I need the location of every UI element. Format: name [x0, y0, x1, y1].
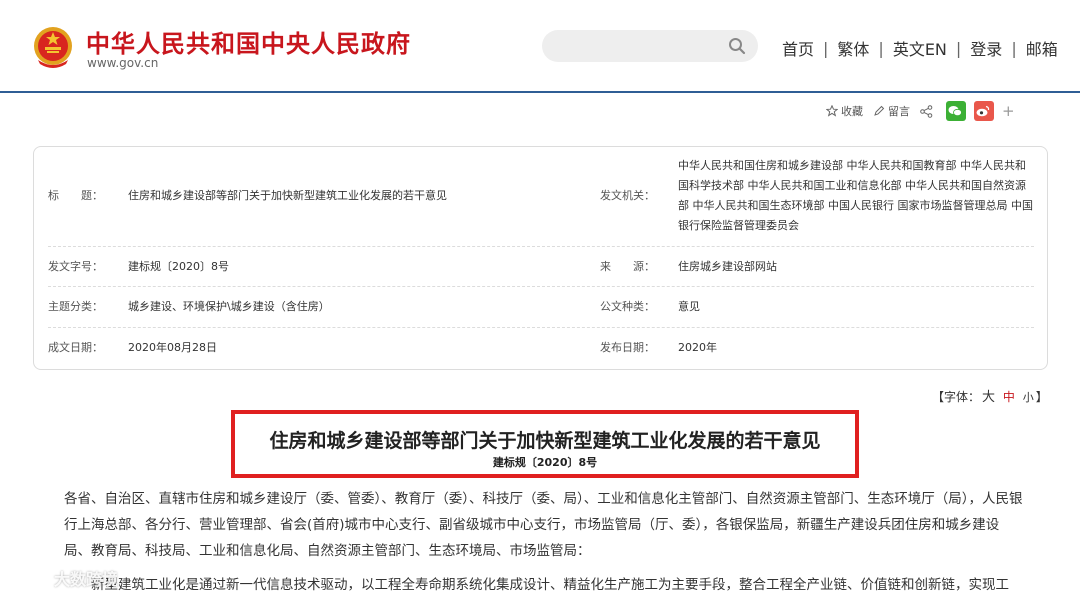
- weibo-share-icon[interactable]: [974, 101, 994, 121]
- published-date-value: 2020年: [678, 341, 717, 354]
- font-size-medium[interactable]: 中: [1003, 390, 1015, 404]
- share-toolbar: 收藏 留言 +: [826, 100, 1015, 122]
- issuer-value: 中华人民共和国住房和城乡建设部 中华人民共和国教育部 中华人民共和国科学技术部 …: [678, 159, 1033, 232]
- category-value: 城乡建设、环境保护\城乡建设（含住房）: [128, 300, 330, 313]
- doc-number-label: 发文字号：: [48, 260, 103, 273]
- watermark-logo-icon: [10, 569, 54, 589]
- nav-separator: |: [878, 38, 884, 58]
- nav-traditional-chinese[interactable]: 繁体: [837, 36, 869, 60]
- favorite-label: 收藏: [841, 105, 863, 118]
- info-row: 主题分类： 城乡建设、环境保护\城乡建设（含住房） 公文种类： 意见: [48, 287, 1034, 328]
- site-header: 中华人民共和国中央人民政府 www.gov.cn 首页 | 繁体 | 英文EN …: [0, 0, 1080, 92]
- article-paragraph: 新型建筑工业化是通过新一代信息技术驱动，以工程全寿命期系统化集成设计、精益化生产…: [91, 577, 1009, 593]
- article-doc-number: 建标规〔2020〕8号: [492, 456, 598, 469]
- document-info-table: 标 题： 住房和城乡建设部等部门关于加快新型建筑工业化发展的若干意见 发文机关：…: [33, 146, 1048, 370]
- nav-separator: |: [1011, 38, 1017, 58]
- more-share-button[interactable]: +: [1002, 102, 1015, 120]
- article-body: 各省、自治区、直辖市住房和城乡建设厅（委、管委）、教育厅（委）、科技厅（委、局）…: [64, 486, 1024, 598]
- font-size-large[interactable]: 大: [982, 390, 995, 405]
- font-size-suffix: 】: [1035, 390, 1048, 404]
- info-row: 成文日期： 2020年08月28日 发布日期： 2020年: [48, 328, 1034, 369]
- search-bar[interactable]: [542, 30, 758, 62]
- share-button[interactable]: [920, 104, 936, 118]
- issuer-label: 发文机关：: [600, 189, 655, 202]
- title-label: 标 题：: [48, 189, 103, 202]
- written-date-label: 成文日期：: [48, 341, 103, 354]
- wechat-share-icon[interactable]: [946, 101, 966, 121]
- star-icon: [826, 105, 838, 117]
- article-title: 住房和城乡建设部等部门关于加快新型建筑工业化发展的若干意见: [269, 430, 821, 452]
- title-value: 住房和城乡建设部等部门关于加快新型建筑工业化发展的若干意见: [128, 189, 447, 202]
- written-date-value: 2020年08月28日: [128, 341, 217, 354]
- header-divider: [0, 91, 1080, 93]
- comment-label: 留言: [888, 105, 910, 118]
- nav-separator: |: [823, 38, 829, 58]
- share-icon: [920, 104, 933, 118]
- category-label: 主题分类：: [48, 300, 103, 313]
- nav-login[interactable]: 登录: [970, 36, 1002, 60]
- watermark-text: 大数跨境: [54, 570, 119, 589]
- doc-type-label: 公文种类：: [600, 300, 655, 313]
- source-value: 住房城乡建设部网站: [678, 260, 777, 273]
- top-navigation: 首页 | 繁体 | 英文EN | 登录 | 邮箱: [782, 36, 1058, 60]
- nav-english[interactable]: 英文EN: [893, 36, 947, 60]
- favorite-button[interactable]: 收藏: [826, 103, 863, 119]
- nav-separator: |: [955, 38, 962, 58]
- doc-number-value: 建标规〔2020〕8号: [128, 260, 229, 273]
- comment-button[interactable]: 留言: [873, 103, 910, 119]
- info-row: 发文字号： 建标规〔2020〕8号 来 源： 住房城乡建设部网站: [48, 247, 1034, 287]
- source-label: 来 源：: [600, 260, 655, 273]
- search-icon[interactable]: [728, 37, 746, 55]
- font-size-switcher: 【字体：大 中 小】: [932, 386, 1048, 405]
- published-date-label: 发布日期：: [600, 341, 655, 354]
- font-size-small[interactable]: 小: [1023, 391, 1034, 404]
- watermark: 大数跨境: [8, 565, 118, 591]
- site-url[interactable]: www.gov.cn: [87, 56, 158, 70]
- nav-mailbox[interactable]: 邮箱: [1026, 36, 1058, 60]
- site-title[interactable]: 中华人民共和国中央人民政府: [86, 24, 411, 59]
- font-size-prefix: 【字体：: [932, 390, 981, 404]
- info-row: 标 题： 住房和城乡建设部等部门关于加快新型建筑工业化发展的若干意见 发文机关：…: [48, 147, 1034, 247]
- search-input[interactable]: [556, 36, 726, 56]
- doc-type-value: 意见: [678, 300, 700, 313]
- title-highlight-box: 住房和城乡建设部等部门关于加快新型建筑工业化发展的若干意见 建标规〔2020〕8…: [231, 410, 859, 478]
- nav-home[interactable]: 首页: [782, 36, 814, 60]
- national-emblem-icon[interactable]: [32, 24, 74, 70]
- pencil-icon: [874, 105, 885, 116]
- article-paragraph: 各省、自治区、直辖市住房和城乡建设厅（委、管委）、教育厅（委）、科技厅（委、局）…: [64, 491, 1023, 559]
